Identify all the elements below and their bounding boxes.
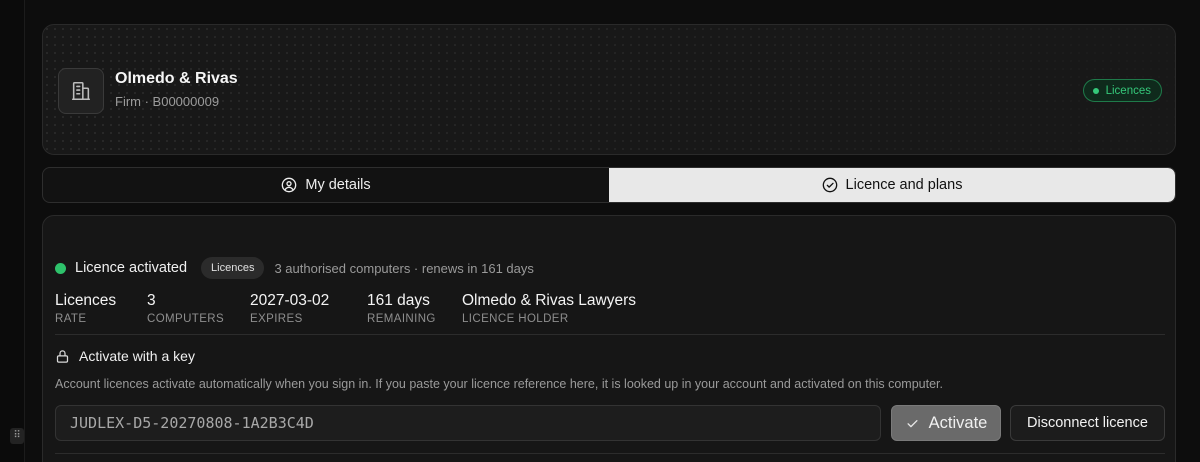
activate-button[interactable]: Activate	[891, 405, 1001, 441]
stat-value: 2027-03-02	[250, 292, 330, 309]
tab-my-details[interactable]: My details	[43, 168, 609, 202]
stat-label: REMAINING	[367, 313, 436, 325]
tab-bar: My details Licence and plans	[42, 167, 1176, 203]
stat-value: Olmedo & Rivas Lawyers	[462, 292, 637, 309]
stat-value: 3	[147, 292, 156, 309]
stat-computers: 3 COMPUTERS	[147, 292, 224, 325]
licence-panel: Licence activated Licences 3 authorised …	[42, 215, 1176, 462]
active-status-dot-icon	[55, 262, 66, 274]
drag-handle-icon[interactable]: ⠿	[10, 428, 24, 444]
stat-rate: Licences RATE	[55, 292, 116, 325]
tab-label: Licence and plans	[845, 177, 963, 193]
stat-value: Licences	[55, 292, 117, 309]
divider	[55, 334, 1165, 335]
stat-expires: 2027-03-02 EXPIRES	[250, 292, 329, 325]
stat-label: COMPUTERS	[147, 313, 225, 325]
licences-status-badge: Licences	[1082, 79, 1162, 102]
firm-name: Olmedo & Rivas	[115, 70, 238, 87]
licence-status-row: Licence activated Licences 3 authorised …	[55, 257, 534, 279]
licence-meta: 3 authorised computers · renews in 161 d…	[274, 260, 534, 276]
stat-licence-holder: Olmedo & Rivas Lawyers LICENCE HOLDER	[462, 292, 636, 325]
tab-licence-and-plans[interactable]: Licence and plans	[609, 168, 1175, 202]
activate-label: Activate	[928, 413, 988, 432]
firm-header-card: Olmedo & Rivas Firm · B00000009 Licences	[42, 24, 1176, 155]
lock-icon	[56, 349, 69, 363]
plan-pill: Licences	[201, 257, 265, 279]
user-circle-icon	[282, 177, 297, 193]
stat-label: LICENCE HOLDER	[462, 313, 569, 325]
divider	[55, 453, 1165, 454]
check-circle-icon	[822, 177, 837, 193]
stat-label: RATE	[55, 313, 87, 325]
check-icon	[907, 419, 918, 427]
status-dot-icon	[1092, 87, 1099, 94]
stat-value: 161 days	[367, 292, 430, 309]
stat-label: EXPIRES	[250, 313, 303, 325]
disconnect-licence-button[interactable]: Disconnect licence	[1010, 405, 1165, 441]
firm-subtitle: Firm · B00000009	[115, 94, 220, 109]
activate-key-heading: Activate with a key	[55, 348, 195, 364]
left-sidebar-rail	[0, 0, 25, 462]
building-icon	[58, 68, 104, 114]
licence-key-input[interactable]	[55, 405, 881, 441]
activate-key-title: Activate with a key	[79, 348, 195, 364]
licence-status: Licence activated	[75, 260, 188, 276]
activate-key-description: Account licences activate automatically …	[55, 377, 943, 391]
badge-label: Licences	[1105, 84, 1151, 97]
stat-remaining: 161 days REMAINING	[367, 292, 436, 325]
tab-label: My details	[305, 177, 371, 193]
